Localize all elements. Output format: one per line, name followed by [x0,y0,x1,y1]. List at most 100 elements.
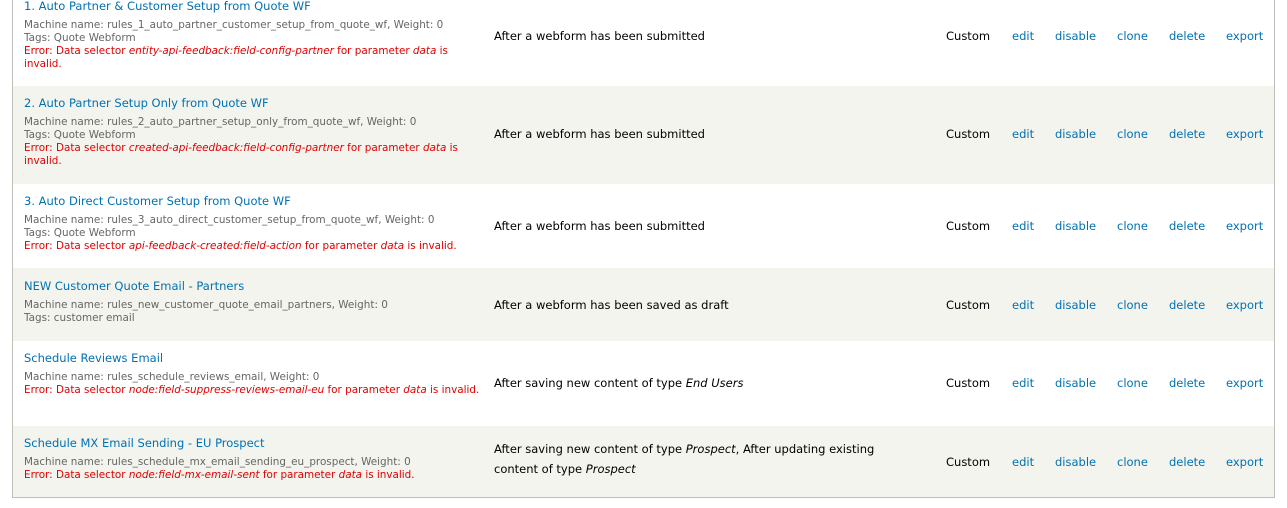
delete-link[interactable]: delete [1169,29,1205,43]
text-segment: After a webform has been submitted [494,29,705,43]
error-message: Error: Data selector api-feedback-create… [24,240,484,253]
rule-title-link[interactable]: 1. Auto Partner & Customer Setup from Qu… [24,0,484,13]
edit-link[interactable]: edit [1012,29,1034,43]
table-row: Schedule Reviews Email Machine name: rule… [13,341,1274,426]
delete-link[interactable]: delete [1169,298,1205,312]
edit-link[interactable]: edit [1012,219,1034,233]
rule-name-cell: Schedule Reviews Email Machine name: rule… [24,351,484,397]
status-cell: Custom [946,376,991,390]
table-row: 1. Auto Partner & Customer Setup from Qu… [13,0,1274,86]
event-cell: After a webform has been submitted [494,124,894,144]
rule-title-link[interactable]: Schedule MX Email Sending - EU Prospect [24,436,484,450]
rule-name-cell: 1. Auto Partner & Customer Setup from Qu… [24,0,484,71]
status-cell: Custom [946,298,991,312]
edit-link[interactable]: edit [1012,298,1034,312]
text-segment: After saving new content of type [494,442,686,456]
status-cell: Custom [946,219,991,233]
disable-link[interactable]: disable [1055,298,1096,312]
delete-link[interactable]: delete [1169,127,1205,141]
disable-link[interactable]: disable [1055,376,1096,390]
clone-link[interactable]: clone [1117,376,1148,390]
text-segment: Error: Data selector [24,142,129,154]
text-segment: After a webform has been submitted [494,127,705,141]
rule-name-cell: 2. Auto Partner Setup Only from Quote WF… [24,96,484,168]
emphasis-text: entity-api-feedback:field-config-partner [128,45,334,57]
delete-link[interactable]: delete [1169,376,1205,390]
status-cell: Custom [946,29,991,43]
export-link[interactable]: export [1226,298,1263,312]
text-segment: for parameter [324,384,404,396]
export-link[interactable]: export [1226,219,1263,233]
rule-title-link[interactable]: 3. Auto Direct Customer Setup from Quote… [24,194,484,208]
text-segment: Error: Data selector [24,384,129,396]
rule-description: Machine name: rules_schedule_reviews_ema… [24,371,484,397]
text-segment: for parameter [343,142,423,154]
emphasis-text: node:field-suppress-reviews-email-eu [128,384,325,396]
rule-tags: Tags: Quote Webform [24,32,136,44]
disable-link[interactable]: disable [1055,455,1096,469]
text-segment: After saving new content of type [494,376,686,390]
machine-name: Machine name: rules_2_auto_partner_setup… [24,116,417,128]
status-cell: Custom [946,127,991,141]
clone-link[interactable]: clone [1117,29,1148,43]
machine-name: Machine name: rules_new_customer_quote_e… [24,299,388,311]
clone-link[interactable]: clone [1117,298,1148,312]
emphasis-text: data [380,240,405,252]
event-cell: After a webform has been submitted [494,26,894,46]
text-segment: Error: Data selector [24,45,129,57]
text-segment: is invalid. [404,240,457,252]
rule-tags: Tags: customer email [24,312,135,324]
event-cell: After saving new content of type End Use… [494,373,894,393]
export-link[interactable]: export [1226,29,1263,43]
emphasis-text: api-feedback-created:field-action [128,240,302,252]
text-segment: After a webform has been submitted [494,219,705,233]
event-cell: After saving new content of type Prospec… [494,439,894,479]
rule-description: Machine name: rules_new_customer_quote_e… [24,299,484,325]
rule-description: Machine name: rules_1_auto_partner_custo… [24,19,484,71]
emphasis-text: data [403,384,427,396]
error-message: Error: Data selector node:field-mx-email… [24,469,484,482]
emphasis-text: created-api-feedback:field-config-partne… [128,142,344,154]
export-link[interactable]: export [1226,455,1263,469]
disable-link[interactable]: disable [1055,219,1096,233]
event-cell: After a webform has been saved as draft [494,295,894,315]
machine-name: Machine name: rules_schedule_reviews_ema… [24,371,320,383]
rule-description: Machine name: rules_2_auto_partner_setup… [24,116,484,168]
edit-link[interactable]: edit [1012,455,1034,469]
export-link[interactable]: export [1226,376,1263,390]
emphasis-text: End Users [685,376,744,390]
table-row: Schedule MX Email Sending - EU Prospect M… [13,426,1274,497]
rule-title-link[interactable]: Schedule Reviews Email [24,351,484,365]
rules-table: 1. Auto Partner & Customer Setup from Qu… [12,0,1275,498]
text-segment: Error: Data selector [24,469,129,481]
emphasis-text: data [338,469,363,481]
clone-link[interactable]: clone [1117,455,1148,469]
emphasis-text: data [422,142,447,154]
status-cell: Custom [946,455,991,469]
clone-link[interactable]: clone [1117,127,1148,141]
clone-link[interactable]: clone [1117,219,1148,233]
disable-link[interactable]: disable [1055,29,1096,43]
table-row: 3. Auto Direct Customer Setup from Quote… [13,184,1274,268]
rule-name-cell: Schedule MX Email Sending - EU Prospect M… [24,436,484,482]
delete-link[interactable]: delete [1169,219,1205,233]
machine-name: Machine name: rules_schedule_mx_email_se… [24,456,411,468]
rule-name-cell: 3. Auto Direct Customer Setup from Quote… [24,194,484,253]
event-cell: After a webform has been submitted [494,216,894,236]
export-link[interactable]: export [1226,127,1263,141]
edit-link[interactable]: edit [1012,376,1034,390]
rule-title-link[interactable]: 2. Auto Partner Setup Only from Quote WF [24,96,484,110]
text-segment: for parameter [301,240,381,252]
emphasis-text: node:field-mx-email-sent [128,469,260,481]
text-segment: for parameter [259,469,339,481]
emphasis-text: Prospect [685,442,736,456]
table-row: NEW Customer Quote Email - Partners Machi… [13,268,1274,341]
machine-name: Machine name: rules_3_auto_direct_custom… [24,214,435,226]
machine-name: Machine name: rules_1_auto_partner_custo… [24,19,444,31]
disable-link[interactable]: disable [1055,127,1096,141]
text-segment: After a webform has been saved as draft [494,298,729,312]
text-segment: Error: Data selector [24,240,129,252]
rule-title-link[interactable]: NEW Customer Quote Email - Partners [24,279,484,293]
delete-link[interactable]: delete [1169,455,1205,469]
edit-link[interactable]: edit [1012,127,1034,141]
